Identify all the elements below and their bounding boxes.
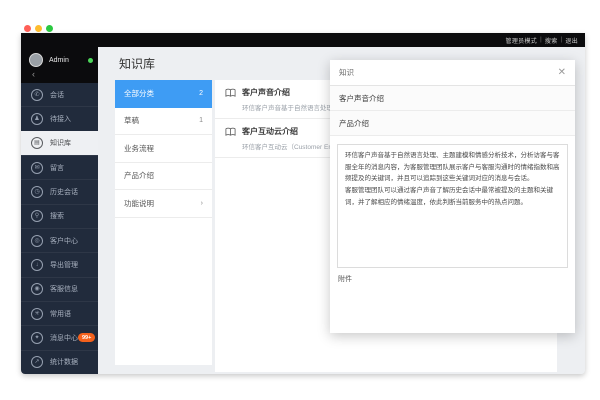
category-label: 草稿 xyxy=(124,115,139,126)
sidebar-item-label: 消息中心 xyxy=(50,333,78,343)
sidebar-item-sessions[interactable]: ✆ 会话 xyxy=(21,83,98,106)
admin-mode-link[interactable]: 管理员模式 xyxy=(506,36,538,45)
sidebar-item-label: 会话 xyxy=(50,90,64,100)
sidebar-item-notification-center[interactable]: ✦ 消息中心 99+ xyxy=(21,325,98,349)
open-book-icon xyxy=(225,127,236,137)
app-window: 管理员模式 | 搜索 | 退出 Admin ‹ ✆ xyxy=(21,33,585,374)
clock-icon: ◷ xyxy=(31,186,43,198)
sidebar-item-statistics[interactable]: ↗ 统计数据 xyxy=(21,350,98,374)
article-title: 客户声音介绍 xyxy=(242,87,290,98)
sidebar-item-customer-center[interactable]: ◎ 客户中心 xyxy=(21,228,98,252)
content-paragraph: 客服管理团队可以通过客户声音了解历史会话中最常被提及的主题和关键词，并了解相应的… xyxy=(345,185,560,208)
download-icon: ↓ xyxy=(31,259,43,271)
collapse-chevron-icon[interactable]: ‹ xyxy=(21,69,98,82)
app-topbar: 管理员模式 | 搜索 | 退出 xyxy=(21,33,585,47)
target-icon: ◉ xyxy=(31,283,43,295)
sidebar-item-label: 搜索 xyxy=(50,211,64,221)
magnifier-icon: ⚲ xyxy=(31,210,43,222)
category-label: 功能说明 xyxy=(124,198,154,209)
compass-icon: ◎ xyxy=(31,235,43,247)
minimize-window-button[interactable] xyxy=(35,25,42,32)
search-link[interactable]: 搜索 xyxy=(545,36,558,45)
result-row-product-intro[interactable]: 产品介绍 xyxy=(330,111,575,136)
trend-chart-icon: ↗ xyxy=(31,356,43,368)
sidebar-item-label: 留言 xyxy=(50,163,64,173)
sidebar: Admin ‹ ✆ 会话 ♟ 待接入 ▤ xyxy=(21,47,98,374)
attachment-label: 附件 xyxy=(338,274,575,284)
knowledge-search-input[interactable]: 知识 xyxy=(339,67,558,78)
category-item-all[interactable]: 全部分类 2 xyxy=(115,80,212,108)
sidebar-item-agent-info[interactable]: ◉ 客服信息 xyxy=(21,277,98,301)
sidebar-item-knowledge-base[interactable]: ▤ 知识库 xyxy=(21,131,98,155)
sidebar-item-canned-phrases[interactable]: ✳ 常用语 xyxy=(21,301,98,325)
window-controls xyxy=(24,25,53,32)
bell-icon: ✦ xyxy=(31,332,43,344)
open-book-icon xyxy=(225,88,236,98)
category-label: 全部分类 xyxy=(124,88,154,99)
envelope-icon: ✉ xyxy=(31,162,43,174)
avatar[interactable] xyxy=(29,53,43,67)
content-paragraph: 环信客户声音基于自然语言处理、主题建模和情感分析技术，分析访客与客服全年的消息内… xyxy=(345,150,560,185)
category-panel: 全部分类 2 草稿 1 业务流程 产品介绍 xyxy=(115,80,212,365)
category-item-features[interactable]: 功能说明 › xyxy=(115,190,212,218)
category-item-drafts[interactable]: 草稿 1 xyxy=(115,108,212,136)
sidebar-item-export[interactable]: ↓ 导出管理 xyxy=(21,252,98,276)
book-icon: ▤ xyxy=(31,137,43,149)
sidebar-item-label: 知识库 xyxy=(50,138,71,148)
zoom-window-button[interactable] xyxy=(46,25,53,32)
chevron-right-icon: › xyxy=(201,200,203,207)
sidebar-item-label: 常用语 xyxy=(50,309,71,319)
category-count: 1 xyxy=(199,117,203,124)
person-icon: ♟ xyxy=(31,113,43,125)
category-item-product-intro[interactable]: 产品介绍 xyxy=(115,163,212,191)
sidebar-item-label: 历史会话 xyxy=(50,187,78,197)
result-row-customer-voice[interactable]: 客户声音介绍 xyxy=(330,86,575,111)
online-status-dot xyxy=(88,58,93,63)
knowledge-detail-panel: 知识 ✕ 客户声音介绍 产品介绍 环信客户声音基于自然语言处理、主题建模和情感分… xyxy=(330,60,575,333)
profile-section: Admin ‹ xyxy=(21,47,98,83)
close-icon[interactable]: ✕ xyxy=(558,67,566,78)
category-count: 2 xyxy=(199,90,203,97)
sidebar-item-label: 客户中心 xyxy=(50,236,78,246)
category-label: 业务流程 xyxy=(124,143,154,154)
article-title: 客户互动云介绍 xyxy=(242,126,298,137)
sidebar-menu: ✆ 会话 ♟ 待接入 ▤ 知识库 ✉ 留言 xyxy=(21,83,98,374)
sidebar-item-label: 客服信息 xyxy=(50,284,78,294)
notification-badge: 99+ xyxy=(78,333,95,342)
sidebar-item-history[interactable]: ◷ 历史会话 xyxy=(21,179,98,203)
screenshot-stage: 管理员模式 | 搜索 | 退出 Admin ‹ ✆ xyxy=(0,0,600,400)
topbar-separator: | xyxy=(561,37,563,43)
knowledge-content-textarea[interactable]: 环信客户声音基于自然语言处理、主题建模和情感分析技术，分析访客与客服全年的消息内… xyxy=(337,144,568,268)
detail-panel-header: 知识 ✕ xyxy=(330,60,575,86)
sidebar-item-label: 统计数据 xyxy=(50,357,78,367)
sidebar-item-queue[interactable]: ♟ 待接入 xyxy=(21,106,98,130)
category-label: 产品介绍 xyxy=(124,170,154,181)
sidebar-item-label: 待接入 xyxy=(50,114,71,124)
logout-link[interactable]: 退出 xyxy=(565,36,578,45)
category-item-business-process[interactable]: 业务流程 xyxy=(115,135,212,163)
topbar-separator: | xyxy=(540,37,542,43)
sidebar-item-label: 导出管理 xyxy=(50,260,78,270)
sidebar-item-messages[interactable]: ✉ 留言 xyxy=(21,155,98,179)
user-name: Admin xyxy=(49,57,69,64)
asterisk-icon: ✳ xyxy=(31,308,43,320)
close-window-button[interactable] xyxy=(24,25,31,32)
chat-icon: ✆ xyxy=(31,89,43,101)
sidebar-item-search[interactable]: ⚲ 搜索 xyxy=(21,204,98,228)
